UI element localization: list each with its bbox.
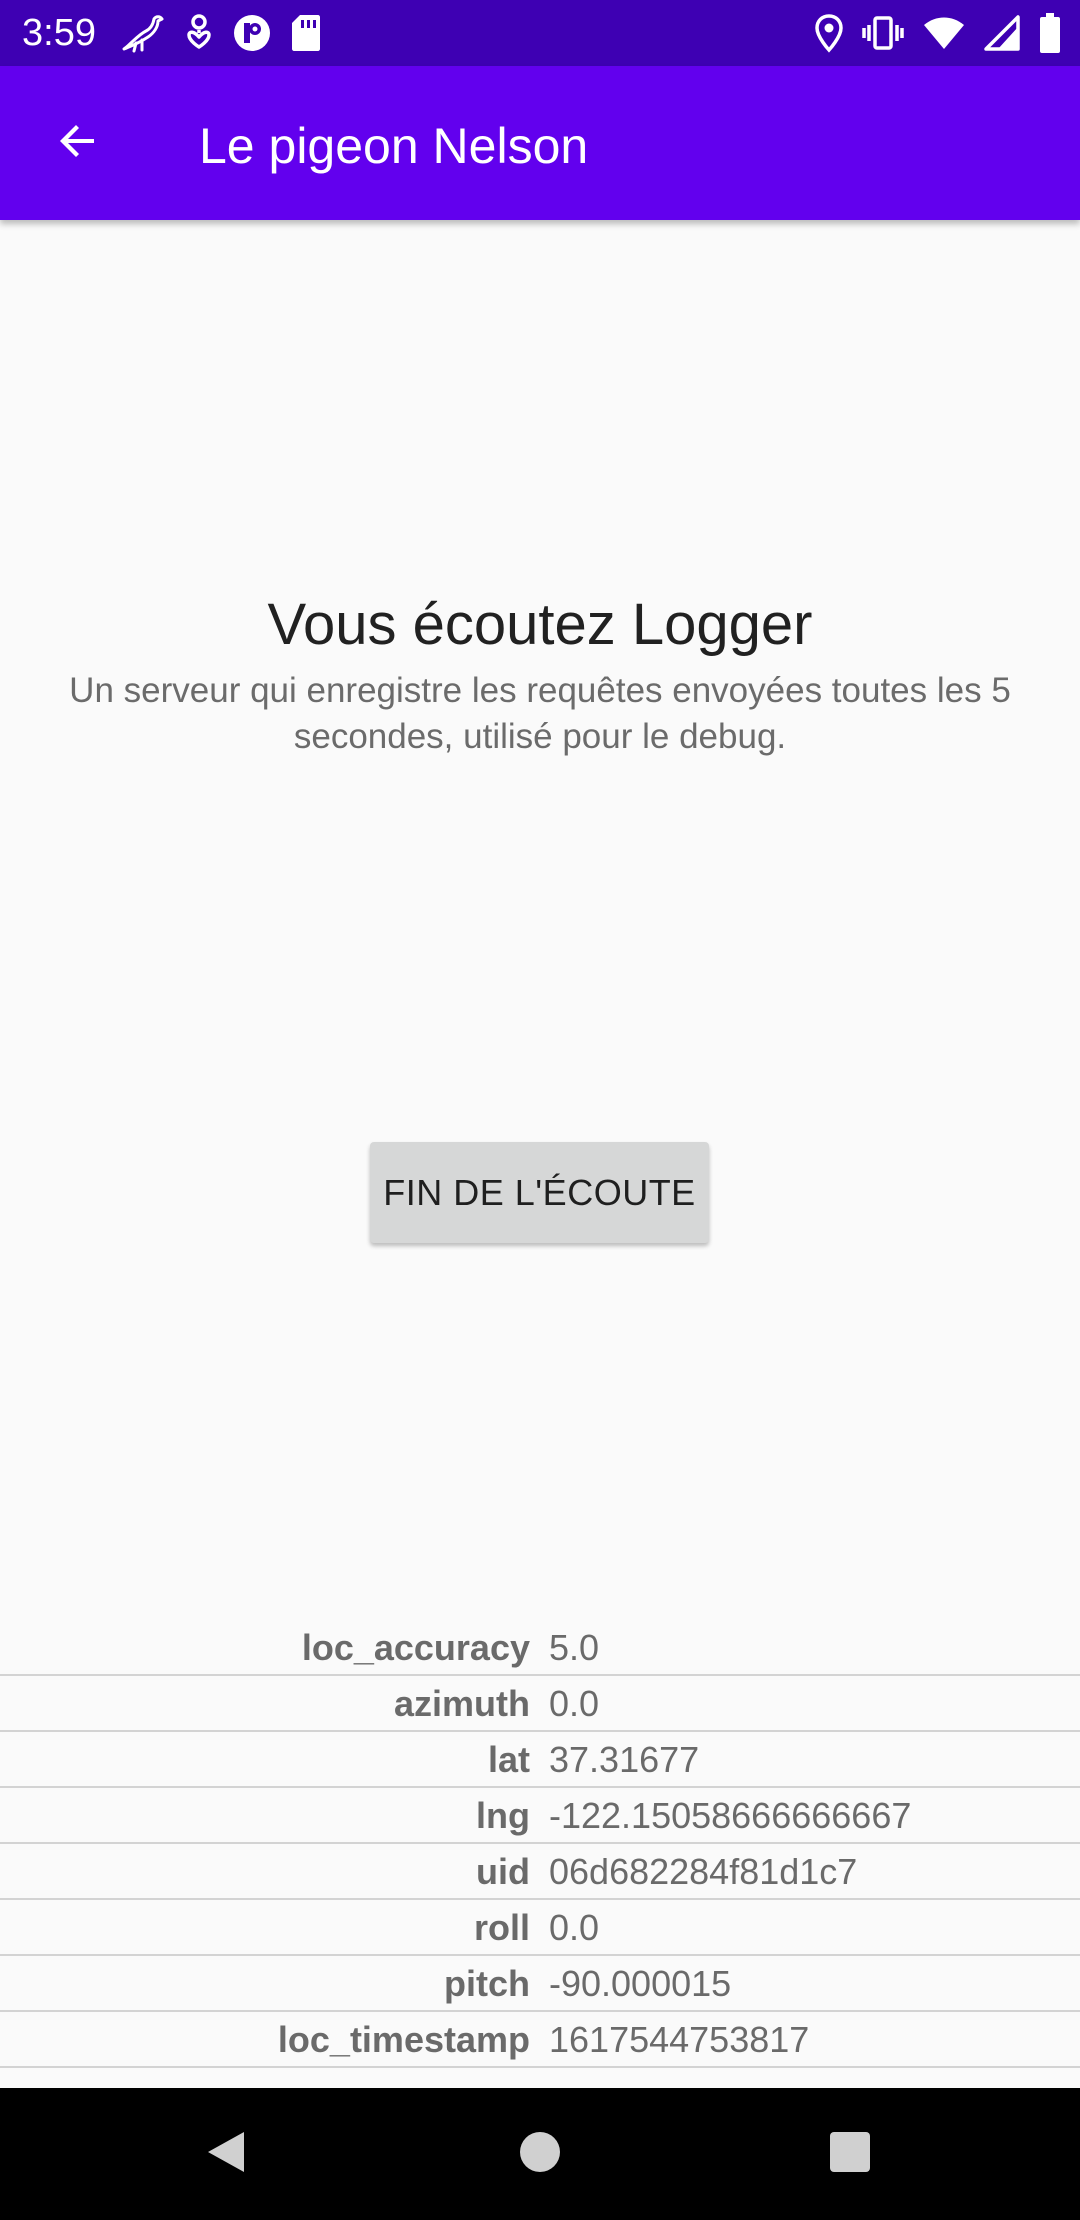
back-button[interactable] — [36, 101, 120, 185]
param-value: 06d682284f81d1c7 — [549, 1851, 858, 1892]
listening-heading: Vous écoutez Logger — [267, 592, 813, 657]
system-icons — [814, 10, 1062, 56]
param-key: loc_accuracy — [301, 1627, 530, 1668]
param-key: azimuth — [393, 1683, 530, 1724]
pigeon-icon — [120, 13, 166, 53]
back-triangle-icon — [204, 2128, 248, 2181]
signal-icon — [984, 13, 1020, 53]
location-icon — [814, 13, 844, 53]
table-row: loc_timestamp 1617544753817 — [0, 2012, 1080, 2068]
sd-card-icon — [290, 13, 322, 53]
nav-recents-button[interactable] — [820, 2124, 880, 2184]
vibrate-icon — [862, 13, 904, 53]
app-bar: Le pigeon Nelson — [0, 66, 1080, 220]
table-row: lat 37.31677 — [0, 1732, 1080, 1788]
param-value: 1617544753817 — [549, 2019, 810, 2060]
nav-home-button[interactable] — [510, 2124, 570, 2184]
recents-square-icon — [828, 2130, 872, 2179]
table-row: azimuth 0.0 — [0, 1676, 1080, 1732]
wifi-icon — [922, 13, 966, 53]
nav-back-button[interactable] — [196, 2124, 256, 2184]
location-share-icon — [184, 13, 214, 53]
param-key: lng — [476, 1795, 530, 1836]
table-row: pitch -90.000015 — [0, 1956, 1080, 2012]
param-value: 5.0 — [549, 1627, 600, 1668]
parameters-table: loc_accuracy 5.0 azimuth 0.0 lat 37.3167… — [0, 1620, 1080, 2068]
battery-icon — [1038, 12, 1062, 54]
status-bar: 3:59 — [0, 0, 1080, 66]
app-title: Le pigeon Nelson — [199, 118, 589, 174]
param-value: 37.31677 — [549, 1739, 700, 1780]
notification-icons — [120, 10, 322, 56]
server-description: Un serveur qui enregistre les requêtes e… — [69, 671, 1011, 756]
stop-listening-button[interactable]: FIN DE L'ÉCOUTE — [370, 1142, 709, 1243]
table-row: uid 06d682284f81d1c7 — [0, 1844, 1080, 1900]
arrow-back-icon — [54, 117, 102, 170]
p-badge-icon — [232, 13, 272, 53]
param-key: uid — [476, 1851, 530, 1892]
param-key: lat — [487, 1739, 530, 1780]
param-value: -90.000015 — [549, 1963, 732, 2004]
navigation-bar — [0, 2088, 1080, 2220]
table-row: loc_accuracy 5.0 — [0, 1620, 1080, 1676]
home-circle-icon — [518, 2130, 562, 2179]
param-key: loc_timestamp — [277, 2019, 530, 2060]
status-time: 3:59 — [22, 12, 96, 54]
param-value: 0.0 — [549, 1907, 600, 1948]
table-row: lng -122.15058666666667 — [0, 1788, 1080, 1844]
param-value: -122.15058666666667 — [549, 1795, 912, 1836]
param-key: roll — [473, 1907, 530, 1948]
param-value: 0.0 — [549, 1683, 600, 1724]
param-key: pitch — [444, 1963, 530, 2004]
table-row: roll 0.0 — [0, 1900, 1080, 1956]
